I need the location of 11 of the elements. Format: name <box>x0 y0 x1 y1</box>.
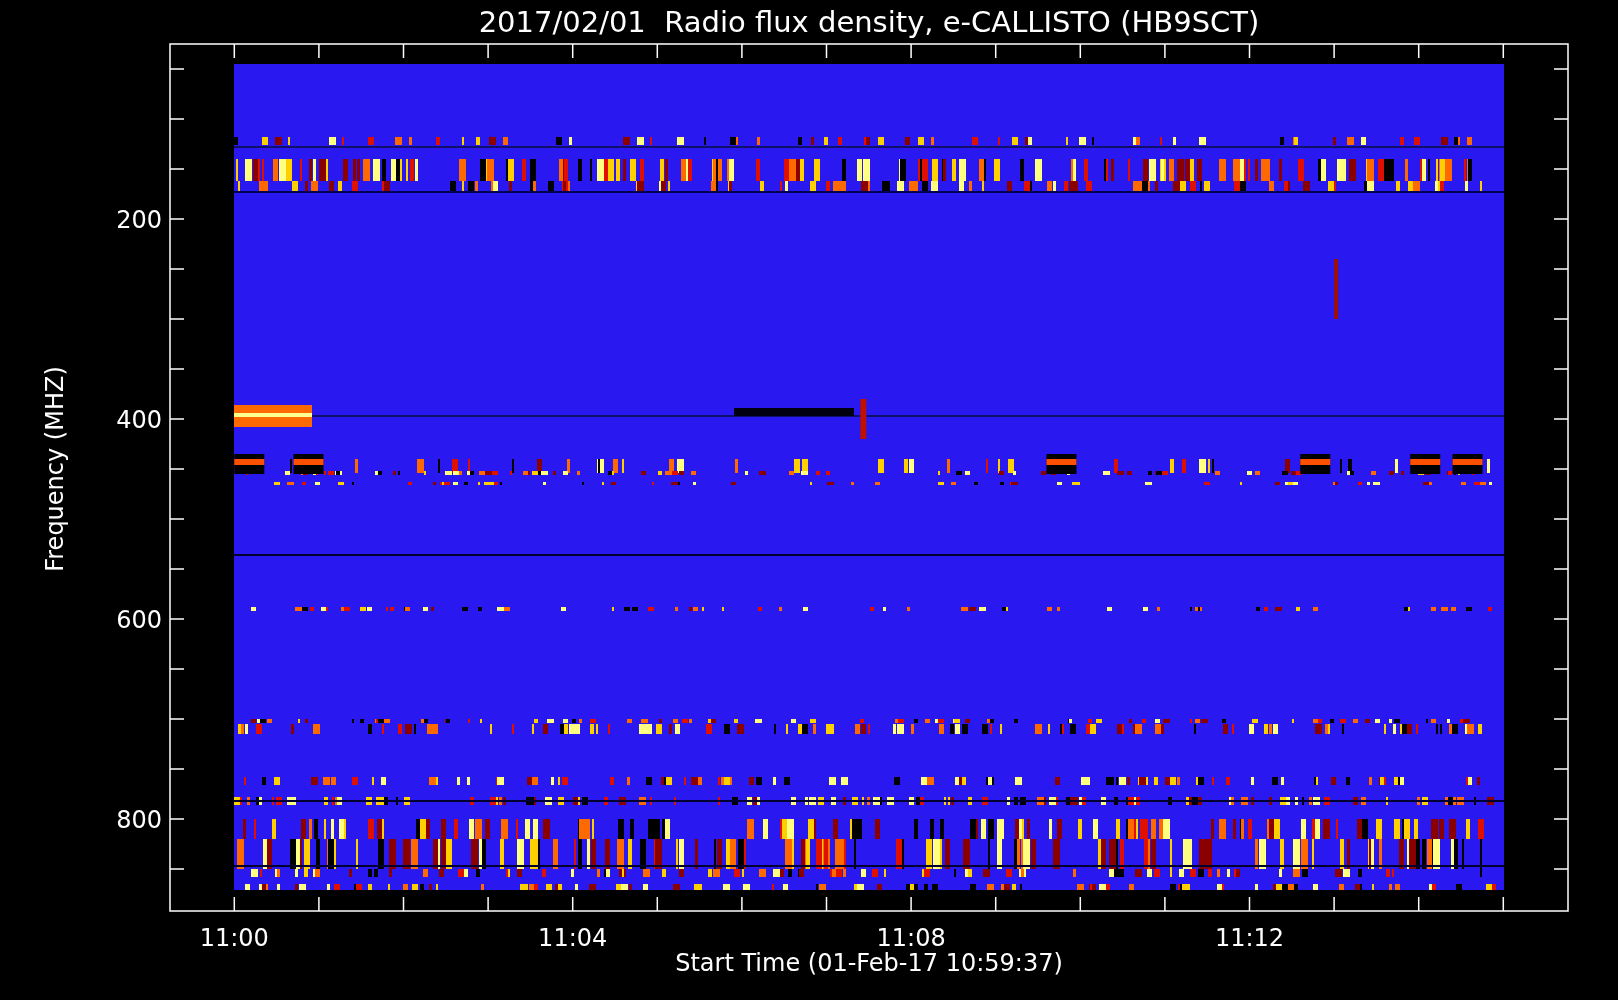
x-tick-label: 11:12 <box>1214 924 1285 952</box>
x-axis-label: Start Time (01-Feb-17 10:59:37) <box>675 949 1063 977</box>
plot-title: 2017/02/01 Radio flux density, e-CALLISTO (HB9SCT) <box>477 3 1261 41</box>
y-tick-label: 400 <box>116 406 162 434</box>
y-axis-label: Frequency (MHZ) <box>41 366 69 572</box>
x-tick-label: 11:04 <box>538 924 608 952</box>
x-tick-label: 11:08 <box>876 924 946 952</box>
y-tick-label: 600 <box>116 606 162 634</box>
y-tick-label: 800 <box>116 806 162 834</box>
y-tick-label: 200 <box>116 206 162 234</box>
x-tick-label: 11:00 <box>199 924 269 952</box>
